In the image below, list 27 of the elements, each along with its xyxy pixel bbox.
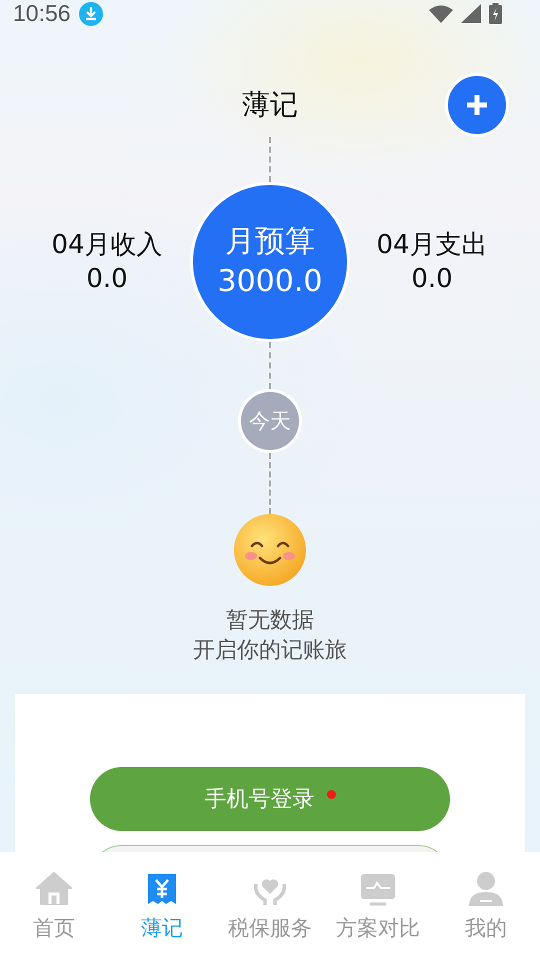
- budget-circle[interactable]: 月预算 3000.0: [190, 182, 350, 342]
- budget-amount: 3000.0: [218, 263, 322, 301]
- expense-label: 04月支出: [376, 229, 488, 262]
- signal-icon: [461, 4, 481, 23]
- today-marker: 今天: [238, 389, 302, 453]
- person-icon: [466, 870, 506, 908]
- status-time: 10:56: [13, 0, 71, 27]
- page-title: 薄记: [242, 87, 298, 123]
- notification-dot: [326, 790, 336, 798]
- empty-message: 开启你的记账旅: [193, 637, 347, 665]
- smiley-icon: [234, 514, 306, 586]
- income-amount: 0.0: [86, 263, 128, 296]
- empty-message: 暂无数据: [226, 607, 314, 635]
- home-icon: [34, 870, 74, 908]
- wifi-icon: [429, 4, 453, 22]
- tab[interactable]: 首页: [0, 852, 108, 960]
- budget-label: 月预算: [225, 223, 315, 261]
- plus-icon: [467, 95, 487, 115]
- download-icon: [78, 2, 103, 26]
- battery-icon: [489, 3, 502, 24]
- tab[interactable]: 薄记: [108, 852, 216, 960]
- phone-login-button[interactable]: 手机号登录: [90, 767, 450, 831]
- income-label: 04月收入: [51, 229, 163, 262]
- tab[interactable]: 方案对比: [324, 852, 432, 960]
- expense-amount: 0.0: [411, 263, 453, 296]
- tab[interactable]: 我的: [432, 852, 540, 960]
- tab[interactable]: 税保服务: [216, 852, 324, 960]
